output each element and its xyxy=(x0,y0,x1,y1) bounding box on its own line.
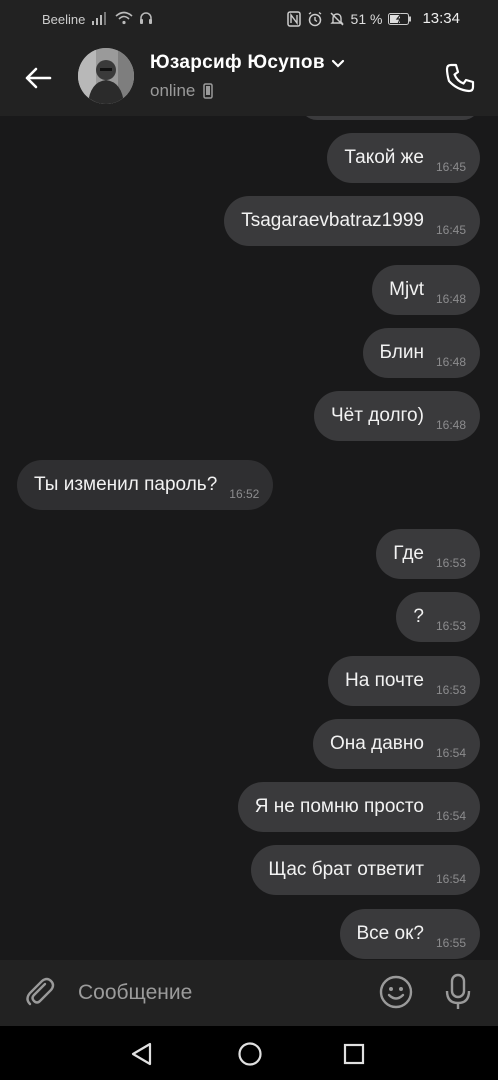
battery-icon xyxy=(388,12,412,25)
message-text: Я не помню просто xyxy=(254,796,424,817)
message-time: 16:52 xyxy=(229,487,260,501)
message-time: 16:48 xyxy=(435,418,466,432)
message-time: 16:55 xyxy=(435,936,466,950)
paperclip-icon xyxy=(26,977,55,1006)
headset-icon xyxy=(139,11,153,28)
contact-status: online xyxy=(150,81,214,101)
status-clock: 13:34 xyxy=(422,10,460,27)
message-text: Такой же xyxy=(344,147,424,168)
message-bubble-outgoing[interactable]: Она давно 16:54 xyxy=(313,719,480,769)
status-left: Beeline xyxy=(42,11,153,28)
message-time: 16:48 xyxy=(435,292,466,306)
triangle-back-icon xyxy=(131,1042,152,1066)
message-text: Блин xyxy=(379,342,424,363)
message-bubble-outgoing[interactable]: Такой же 16:45 xyxy=(327,133,480,183)
message-time: 16:53 xyxy=(435,556,466,570)
phone-icon xyxy=(445,63,475,93)
nav-back-button[interactable] xyxy=(128,1040,156,1068)
mobile-device-icon xyxy=(203,83,214,99)
message-time: 16:45 xyxy=(435,223,466,237)
wifi-icon xyxy=(115,11,133,28)
message-time: 16:53 xyxy=(435,683,466,697)
contact-name-button[interactable]: Юзарсиф Юсупов xyxy=(150,52,345,74)
mute-icon xyxy=(329,11,345,27)
message-bubble-outgoing[interactable]: ? 16:53 xyxy=(396,592,480,642)
message-text: ? xyxy=(413,606,424,627)
message-text: Где xyxy=(393,543,424,564)
message-text: Mjvt xyxy=(389,279,424,300)
signal-icon xyxy=(91,11,109,28)
voice-message-button[interactable] xyxy=(440,972,476,1012)
previous-message-bubble xyxy=(300,116,480,120)
message-bubble-outgoing[interactable]: На почте 16:53 xyxy=(328,656,480,706)
chat-screen: Beeline 51 % 13:34 Юзарсиф Юсупов online… xyxy=(0,0,498,1080)
chevron-down-icon xyxy=(331,59,344,68)
message-text: Щас брат ответит xyxy=(268,859,424,880)
circle-home-icon xyxy=(238,1042,262,1066)
system-nav-bar xyxy=(0,1026,498,1080)
square-recents-icon xyxy=(343,1043,365,1065)
chat-header: Юзарсиф Юсупов online xyxy=(0,38,498,116)
message-time: 16:54 xyxy=(435,746,466,760)
back-button[interactable] xyxy=(20,60,56,96)
call-button[interactable] xyxy=(440,58,480,98)
message-time: 16:53 xyxy=(435,619,466,633)
online-status-text: online xyxy=(150,81,196,100)
message-text: Ты изменил пароль? xyxy=(34,474,218,495)
contact-name: Юзарсиф Юсупов xyxy=(150,52,325,73)
message-bubble-outgoing[interactable]: Чёт долго) 16:48 xyxy=(314,391,480,441)
attach-button[interactable] xyxy=(22,974,58,1010)
nfc-icon xyxy=(286,10,301,27)
alarm-icon xyxy=(307,11,323,27)
message-text: Чёт долго) xyxy=(331,405,424,426)
arrow-left-icon xyxy=(25,67,52,89)
composer-bar xyxy=(0,960,498,1026)
battery-percent: 51 % xyxy=(350,10,383,27)
message-bubble-outgoing[interactable]: Mjvt 16:48 xyxy=(372,265,480,315)
message-bubble-outgoing[interactable]: Все ок? 16:55 xyxy=(339,909,480,959)
status-right: 51 % 13:34 xyxy=(286,10,460,27)
nav-recents-button[interactable] xyxy=(341,1041,367,1067)
message-list[interactable]: Такой же 16:45 Tsagaraevbatraz1999 16:45… xyxy=(0,116,498,960)
nav-home-button[interactable] xyxy=(236,1040,264,1068)
message-bubble-outgoing[interactable]: Где 16:53 xyxy=(376,529,480,579)
message-bubble-incoming[interactable]: Ты изменил пароль? 16:52 xyxy=(17,460,274,510)
message-bubble-outgoing[interactable]: Блин 16:48 xyxy=(362,328,480,378)
message-bubble-outgoing[interactable]: Щас брат ответит 16:54 xyxy=(251,845,480,895)
message-time: 16:54 xyxy=(435,872,466,886)
avatar[interactable] xyxy=(78,48,134,104)
message-time: 16:45 xyxy=(435,160,466,174)
message-time: 16:54 xyxy=(435,809,466,823)
message-text: Она давно xyxy=(330,733,424,754)
message-text: Все ок? xyxy=(356,923,424,944)
message-text: На почте xyxy=(345,670,424,691)
emoji-button[interactable] xyxy=(378,974,414,1010)
carrier-label: Beeline xyxy=(42,12,86,27)
message-text: Tsagaraevbatraz1999 xyxy=(241,210,424,231)
message-bubble-outgoing[interactable]: Я не помню просто 16:54 xyxy=(237,782,480,832)
message-input[interactable] xyxy=(78,974,358,1012)
message-bubble-outgoing[interactable]: Tsagaraevbatraz1999 16:45 xyxy=(224,196,480,246)
message-time: 16:48 xyxy=(435,355,466,369)
microphone-icon xyxy=(445,973,471,1009)
smiley-icon xyxy=(379,975,413,1009)
status-bar: Beeline 51 % 13:34 xyxy=(0,0,498,38)
